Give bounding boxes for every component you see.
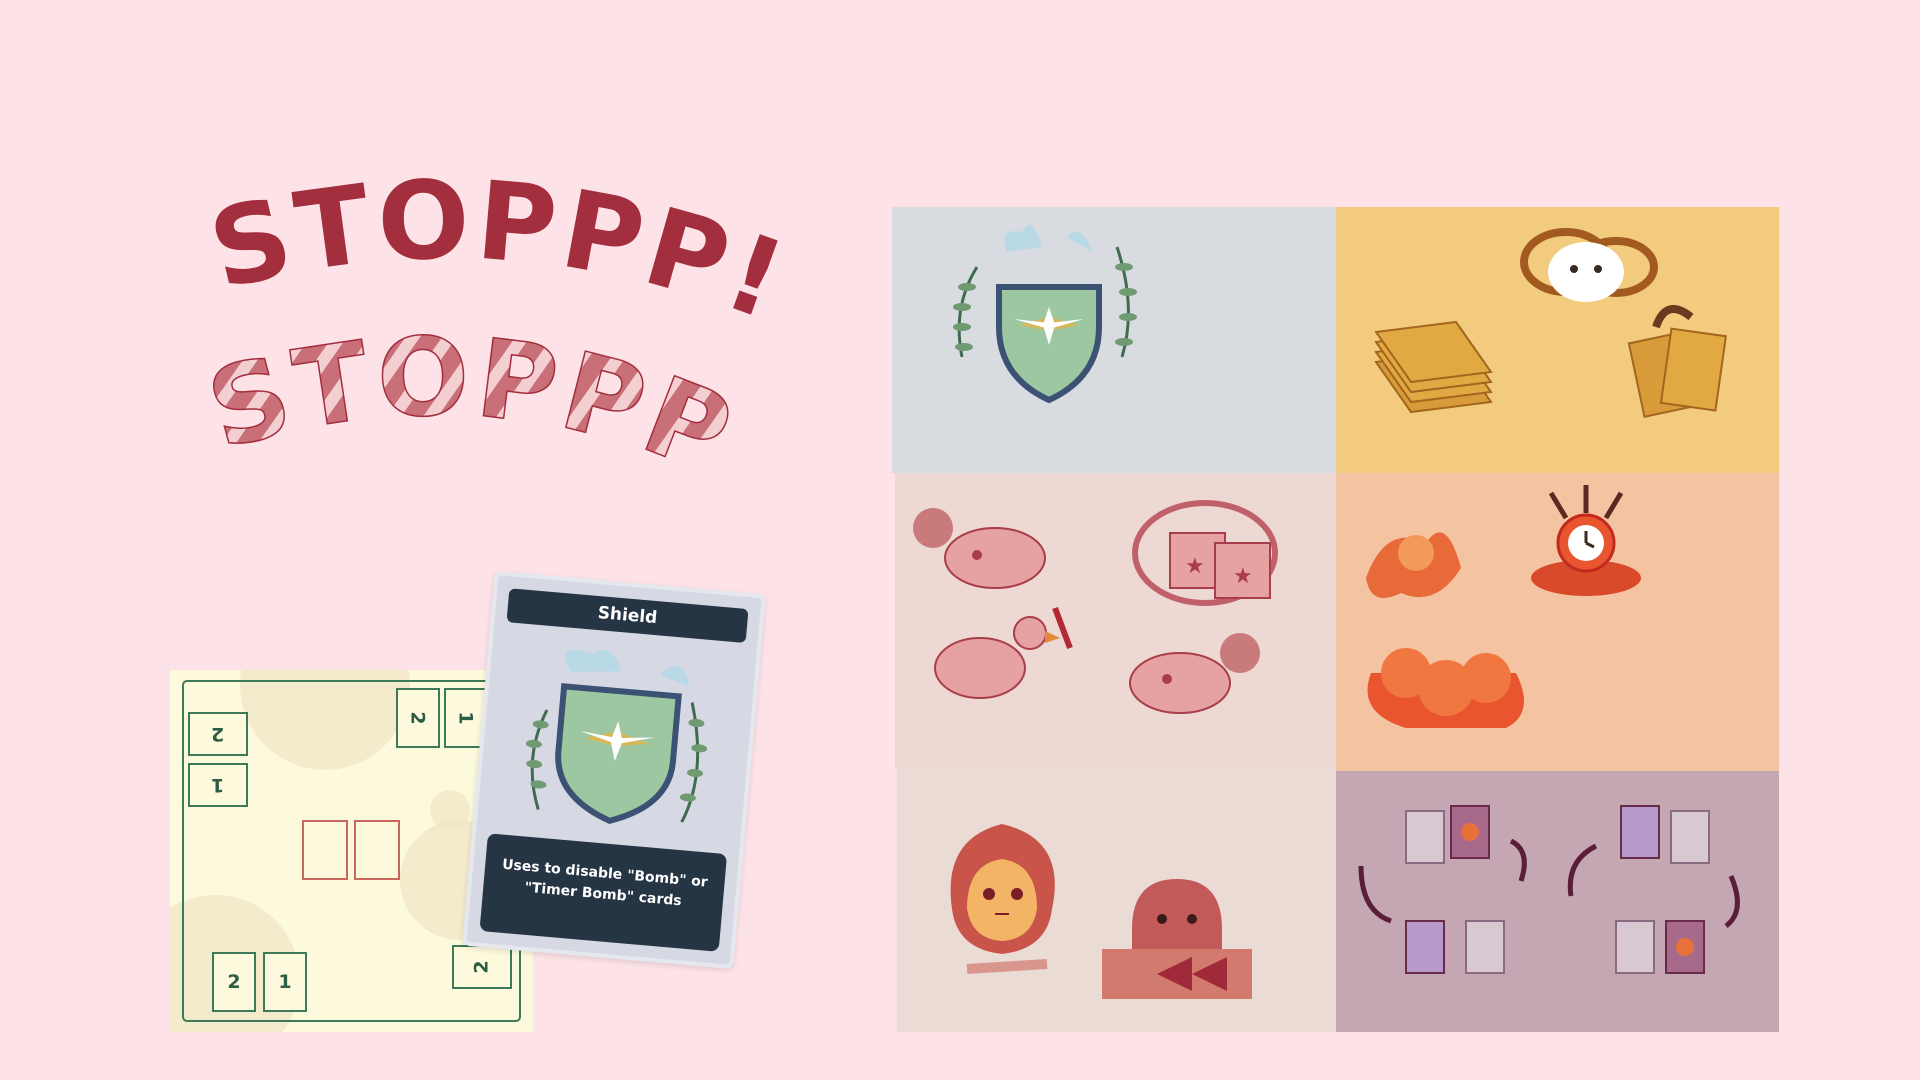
shield-icon [525,649,708,824]
card-description: Uses to disable "Bomb" or "Timer Bomb" c… [479,833,728,952]
bombs-art-panel [1336,473,1779,771]
board-slot: 2 [212,952,256,1012]
bomb-cluster-icon [1367,648,1524,728]
bomb-fish-icon [913,508,1046,589]
swap-art-panel [1336,771,1779,1032]
knife-bird-icon [934,606,1073,699]
timer-bomb-icon [1531,485,1641,596]
dice-icon: ★ ★ [1132,500,1278,606]
shield-card[interactable]: Shield Uses to disable "Bomb" or "Timer … [462,570,766,970]
svg-text:★: ★ [1185,554,1205,579]
card-pair-icon [1627,305,1728,418]
fire-creature-icon [950,824,1055,974]
svg-text:★: ★ [1233,564,1253,589]
board-slot: 2 [396,688,440,748]
characters-art-panel: ★ ★ [895,473,1336,769]
card-title: Shield [506,588,749,643]
rewind-monster-icon [1102,879,1252,999]
board-center-slot [302,820,348,880]
title-line-1: STOPPP! [199,158,803,346]
board-slot: 1 [263,952,307,1012]
shield-icon [953,224,1137,404]
bomb-splash-icon [1366,532,1461,598]
board-slot: 1 [188,763,248,807]
bomb-fish-icon [1129,633,1260,714]
cards-art-panel [1336,207,1779,473]
creatures-art-panel [897,769,1336,1032]
cloud-creature-icon [1520,228,1658,302]
board-slot: 2 [188,712,248,756]
board-slot: 2 [452,945,512,989]
card-swap-icon [1405,805,1710,974]
game-title: STOPPP! STOPPP! [185,95,799,555]
shield-art-panel [892,207,1336,473]
card-deck-icon [1374,320,1493,414]
board-center-slot [354,820,400,880]
